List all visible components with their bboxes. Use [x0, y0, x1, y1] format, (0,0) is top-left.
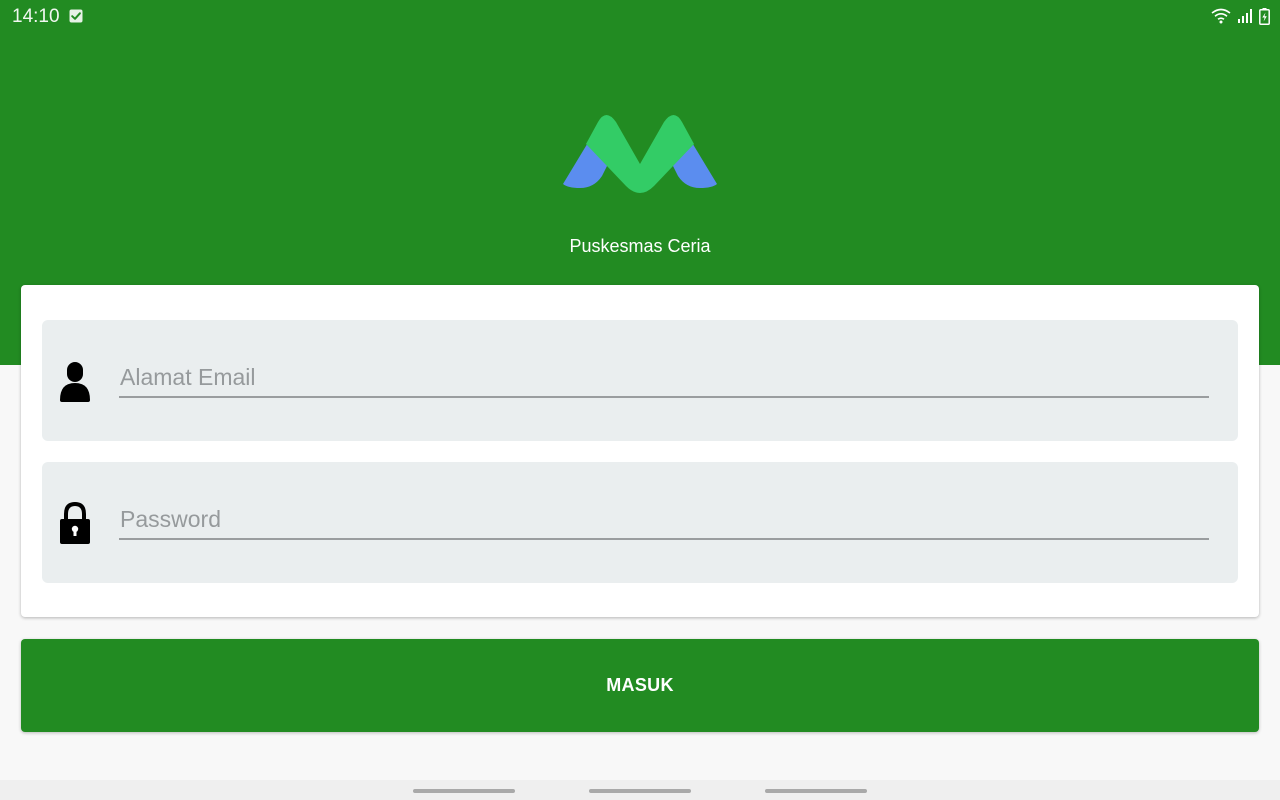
email-field-container	[42, 320, 1238, 441]
email-field[interactable]	[119, 358, 1209, 398]
status-bar: 14:10	[0, 0, 1280, 34]
signal-icon	[1238, 9, 1252, 23]
login-card	[21, 285, 1259, 617]
login-screen: 14:10 Puskesmas Ceria Alamat Email MASUK	[0, 0, 1280, 800]
status-time: 14:10	[12, 6, 60, 27]
recents-handle[interactable]	[765, 789, 867, 793]
home-handle[interactable]	[589, 789, 691, 793]
check-square-icon	[69, 9, 83, 23]
lock-icon	[60, 502, 90, 544]
back-handle[interactable]	[413, 789, 515, 793]
password-field[interactable]	[119, 500, 1209, 540]
m-logo-icon	[563, 115, 717, 193]
password-field-container	[42, 462, 1238, 583]
status-icons	[1211, 6, 1270, 26]
battery-charging-icon	[1259, 7, 1270, 25]
login-button[interactable]: MASUK	[21, 639, 1259, 732]
user-icon	[60, 362, 90, 402]
wifi-icon	[1211, 8, 1231, 24]
navigation-bar	[0, 780, 1280, 800]
app-name: Puskesmas Ceria	[569, 236, 711, 256]
